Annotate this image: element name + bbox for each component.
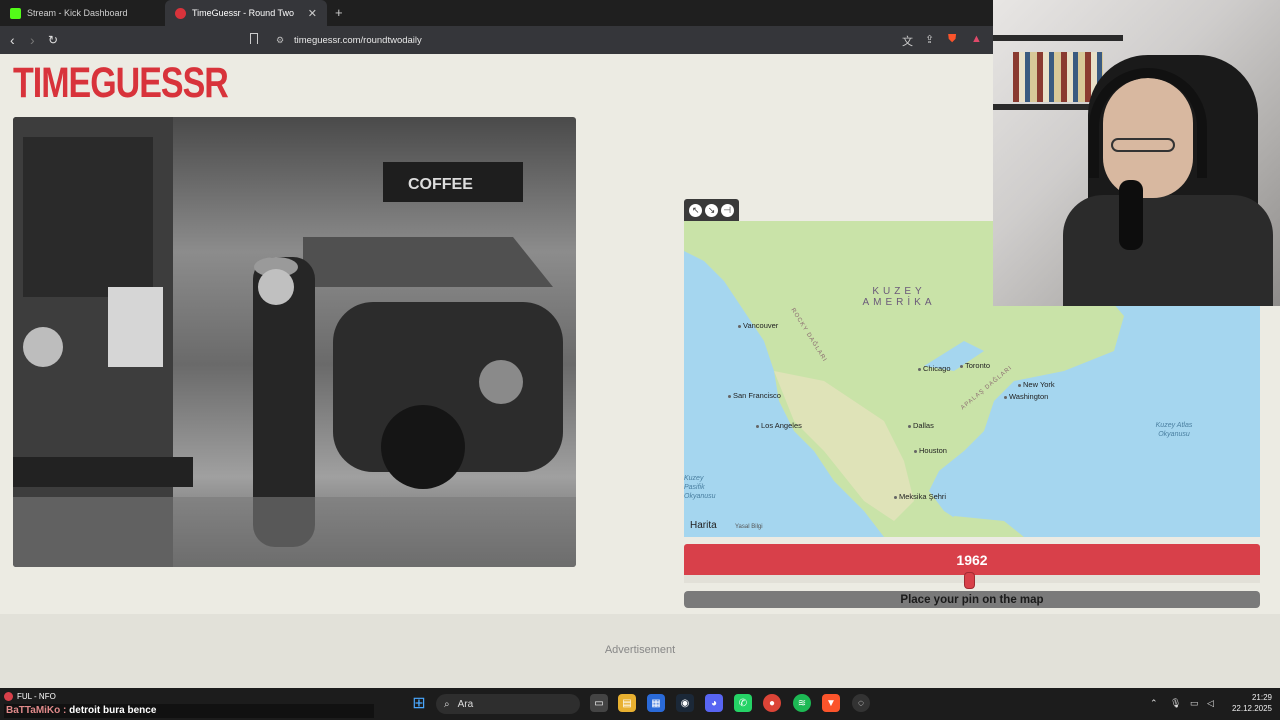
close-tab-icon[interactable]: ✕	[308, 7, 317, 20]
bookmark-icon[interactable]	[250, 33, 258, 44]
tab-timeguessr[interactable]: TimeGuessr - Round Two ✕	[165, 0, 327, 26]
windows-start-icon[interactable]: ⊞	[410, 694, 428, 712]
chat-message: BaTTaMiKo : detroit bura bence	[4, 704, 374, 718]
pin-map-icon[interactable]: ⊣	[720, 203, 734, 217]
continent-label-line1: KUZEY	[872, 286, 926, 297]
volume-icon[interactable]: ◁	[1207, 698, 1214, 709]
obs-icon[interactable]: ◌	[852, 694, 870, 712]
atlantic-ocean-label: Kuzey Atlas Okyanusu	[1155, 422, 1193, 438]
brave-shield-icon[interactable]: ⛊	[948, 33, 956, 46]
taskbar-clock[interactable]: 21:29 22.12.2025	[1232, 692, 1272, 714]
microphone-icon[interactable]: 🎙	[1170, 698, 1181, 709]
svg-text:COFFEE: COFFEE	[408, 176, 473, 193]
clock-date: 22.12.2025	[1231, 704, 1272, 713]
steam-icon[interactable]: ◉	[676, 694, 694, 712]
city-label: Vancouver	[738, 321, 778, 330]
tab-title: Stream - Kick Dashboard	[27, 8, 128, 18]
chat-badge-icon	[4, 692, 13, 701]
bookshelf-books	[1013, 52, 1103, 102]
discord-icon[interactable]: ◕	[705, 694, 723, 712]
city-label: Washington	[1004, 392, 1048, 401]
year-slider-thumb[interactable]	[964, 572, 975, 589]
city-label: Chicago	[918, 364, 951, 373]
street-scene-photo: COFFEE	[13, 117, 576, 567]
file-explorer-icon[interactable]: ▤	[618, 694, 636, 712]
tab-title: TimeGuessr - Round Two	[192, 8, 295, 18]
webcam-overlay	[993, 0, 1280, 306]
apple-maps-logo: Harita	[690, 520, 717, 531]
chrome-icon[interactable]: ●	[763, 694, 781, 712]
chat-message-text: detroit bura bence	[69, 705, 157, 716]
expand-map-icon[interactable]: ↖	[689, 203, 703, 217]
city-label: San Francisco	[728, 391, 781, 400]
search-icon: ⌕	[444, 698, 450, 710]
continent-label-line2: AMERİKA	[862, 297, 936, 308]
brave-icon[interactable]: ▼	[822, 694, 840, 712]
microphone	[1119, 180, 1143, 250]
task-view-icon[interactable]: ▭	[590, 694, 608, 712]
url-text: timeguessr.com/roundtwodaily	[294, 35, 422, 46]
timeguessr-favicon-icon	[175, 7, 186, 19]
timeguessr-logo[interactable]: TIMEGUESSR	[13, 62, 229, 105]
streamer-body	[1063, 195, 1273, 306]
city-label: Los Angeles	[756, 421, 802, 430]
shrink-map-icon[interactable]: ↘	[704, 203, 718, 217]
round-photo: COFFEE	[13, 117, 576, 567]
map-toolbar: ↖ ↘ ⊣	[684, 199, 739, 221]
browser-toolbar: ‹ › ↻ ⚙ timeguessr.com/roundtwodaily 文 ⇪…	[0, 26, 993, 54]
back-icon[interactable]: ‹	[10, 32, 15, 48]
city-label: Toronto	[960, 361, 990, 370]
new-tab-icon[interactable]: +	[335, 5, 343, 20]
bookshelf	[993, 35, 1123, 41]
spotify-icon[interactable]: ≋	[793, 694, 811, 712]
search-placeholder: Ara	[457, 698, 474, 710]
city-label: New York	[1018, 380, 1055, 389]
advertisement-area: Advertisement	[0, 614, 1280, 688]
chat-user-tag: FUL - NFO	[4, 692, 56, 701]
continent-label: KUZEY AMERİKA	[844, 286, 954, 308]
kick-favicon-icon	[10, 7, 21, 19]
tab-kick-dashboard[interactable]: Stream - Kick Dashboard	[0, 0, 165, 26]
whatsapp-icon[interactable]: ✆	[734, 694, 752, 712]
address-bar[interactable]: ⚙ timeguessr.com/roundtwodaily	[246, 30, 994, 50]
site-info-icon[interactable]: ⚙	[276, 35, 284, 46]
forward-icon[interactable]: ›	[30, 32, 35, 48]
clock-time: 21:29	[1251, 693, 1272, 702]
city-label: Meksika Şehri	[894, 492, 946, 501]
map-provider-label: Harita	[690, 520, 717, 531]
taskbar-search[interactable]: ⌕ Ara	[436, 694, 580, 714]
place-pin-button[interactable]: Place your pin on the map	[684, 591, 1260, 608]
store-icon[interactable]: ▦	[647, 694, 665, 712]
network-icon[interactable]: ▭	[1190, 698, 1199, 709]
chat-user-label: FUL - NFO	[17, 692, 56, 701]
chat-username: BaTTaMiKo :	[6, 705, 67, 716]
tray-overflow-icon[interactable]: ⌃	[1150, 698, 1158, 709]
pacific-ocean-label: Kuzey Pasifik Okyanusu	[684, 475, 716, 500]
headphones	[1089, 68, 1207, 178]
brave-rewards-icon[interactable]: ▲	[971, 33, 982, 45]
reload-icon[interactable]: ↻	[48, 32, 58, 48]
share-icon[interactable]: ⇪	[925, 33, 934, 46]
translate-icon[interactable]: 文	[902, 33, 913, 49]
city-label: Houston	[914, 446, 947, 455]
city-label: Dallas	[908, 421, 934, 430]
year-display: 1962	[684, 544, 1260, 575]
advertisement-label: Advertisement	[604, 644, 676, 656]
map-legal-link[interactable]: Yasal Bilgi	[735, 524, 763, 530]
